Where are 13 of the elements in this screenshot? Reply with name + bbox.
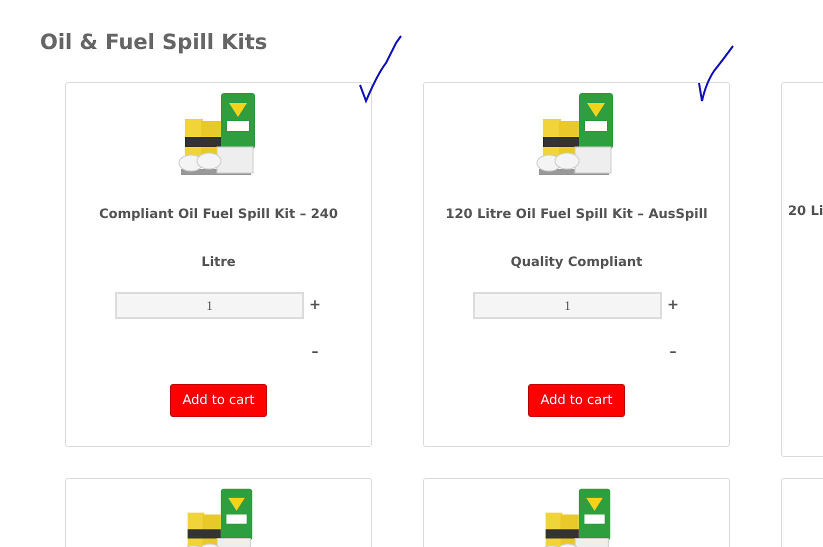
product-title[interactable]: 20 Li <box>788 188 823 236</box>
add-to-cart-button[interactable]: Add to cart <box>528 384 625 417</box>
decrease-button[interactable]: – <box>308 339 322 366</box>
handdrawn-check-icon <box>358 33 404 105</box>
product-title[interactable]: 120 Litre Oil Fuel Spill Kit – AusSpill Quality Compliant <box>424 191 729 287</box>
page-title: Oil & Fuel Spill Kits <box>39 29 268 53</box>
increase-button[interactable]: + <box>308 292 322 319</box>
increase-button[interactable]: + <box>666 292 680 319</box>
add-to-cart-button[interactable]: Add to cart <box>170 384 267 417</box>
decrease-button[interactable]: – <box>666 339 680 366</box>
quantity-field[interactable]: 1 <box>473 292 662 319</box>
product-title[interactable]: Compliant Oil Fuel Spill Kit – 240 Litre <box>66 191 371 287</box>
quantity-field[interactable]: 1 <box>115 292 304 319</box>
